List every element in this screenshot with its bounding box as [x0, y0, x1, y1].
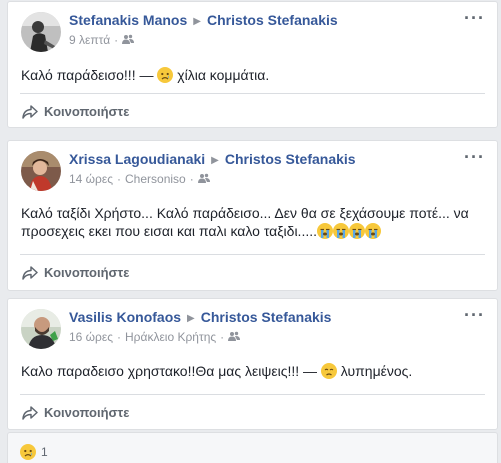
location[interactable]: Chersoniso: [125, 172, 186, 186]
post-text: Καλό παράδεισο!!! — χίλια κομμάτια.: [8, 66, 497, 84]
friends-icon[interactable]: [197, 172, 210, 186]
post: Vasilis Konofaos ▶ Christos Stefanakis 16 …: [7, 298, 498, 430]
post-names: Stefanakis Manos ▶ Christos Stefanakis: [69, 12, 338, 28]
friends-icon[interactable]: [122, 33, 135, 47]
share-button[interactable]: Κοινοποιήστε: [22, 265, 129, 280]
post-actions: Κοινοποιήστε: [20, 93, 485, 129]
post-text: Καλό ταξίδι Χρήστο... Καλό παράδεισο... …: [8, 204, 497, 240]
post-text-line-content: προσεχεις εκει που εισαι και παλι καλο τ…: [21, 223, 318, 239]
timestamp[interactable]: 16 ώρες: [69, 330, 113, 344]
post-actions: Κοινοποιήστε: [20, 254, 485, 290]
target-name[interactable]: Christos Stefanakis: [207, 12, 338, 28]
post-names: Xrissa Lagoudianaki ▶ Christos Stefanakis: [69, 151, 356, 167]
separator: ·: [114, 33, 119, 47]
target-name[interactable]: Christos Stefanakis: [225, 151, 356, 167]
post: Xrissa Lagoudianaki ▶ Christos Stefanakis …: [7, 140, 498, 291]
friends-icon[interactable]: [228, 330, 241, 344]
post: Stefanakis Manos ▶ Christos Stefanakis 9 λ…: [7, 1, 498, 128]
arrow-right-icon: ▶: [187, 313, 195, 324]
arrow-right-icon: ▶: [193, 16, 201, 27]
reactions-bar: 1: [7, 432, 498, 463]
share-button[interactable]: Κοινοποιήστε: [22, 405, 129, 420]
share-label: Κοινοποιήστε: [44, 405, 130, 420]
post-meta: 16 ώρες · Ηράκλειο Κρήτης ·: [69, 330, 241, 345]
reaction-count[interactable]: 1: [41, 445, 48, 459]
separator: ·: [117, 172, 122, 186]
share-label: Κοινοποιήστε: [44, 265, 130, 280]
post-actions: Κοινοποιήστε: [20, 394, 485, 430]
separator: ·: [117, 330, 122, 344]
post-text-line: προσεχεις εκει που εισαι και παλι καλο τ…: [21, 222, 485, 240]
post-text: Καλο παραδεισο χρηστακο!!Θα μας λειψεις!…: [8, 362, 497, 380]
post-header: Xrissa Lagoudianaki ▶ Christos Stefanakis …: [8, 141, 497, 191]
more-options-icon[interactable]: ···: [464, 305, 485, 326]
crying-face-emoji: [349, 223, 366, 239]
more-options-icon[interactable]: ···: [464, 147, 485, 168]
post-meta: 9 λεπτά ·: [69, 33, 135, 48]
share-icon: [22, 265, 38, 280]
location[interactable]: Ηράκλειο Κρήτης: [125, 330, 216, 344]
avatar[interactable]: [21, 12, 61, 52]
author-name[interactable]: Vasilis Konofaos: [69, 309, 181, 325]
share-button[interactable]: Κοινοποιήστε: [22, 104, 129, 119]
post-text-end: χίλια κομμάτια.: [173, 67, 270, 83]
share-icon: [22, 104, 38, 119]
post-text-line: Καλό ταξίδι Χρήστο... Καλό παράδεισο... …: [21, 205, 469, 221]
timestamp[interactable]: 14 ώρες: [69, 172, 113, 186]
post-header: Vasilis Konofaos ▶ Christos Stefanakis 16 …: [8, 299, 497, 349]
sad-face-emoji: [157, 67, 174, 83]
separator: ·: [189, 172, 194, 186]
avatar[interactable]: [21, 151, 61, 191]
post-names: Vasilis Konofaos ▶ Christos Stefanakis: [69, 309, 331, 325]
crying-face-emoji: [365, 223, 382, 239]
post-text-start: Καλό παράδεισο!!! —: [21, 67, 158, 83]
timestamp[interactable]: 9 λεπτά: [69, 33, 110, 47]
author-name[interactable]: Xrissa Lagoudianaki: [69, 151, 205, 167]
sad-reaction-icon[interactable]: [20, 444, 36, 460]
target-name[interactable]: Christos Stefanakis: [201, 309, 332, 325]
post-meta: 14 ώρες · Chersoniso ·: [69, 172, 210, 187]
author-name[interactable]: Stefanakis Manos: [69, 12, 187, 28]
post-text-start: Καλο παραδεισο χρηστακο!!Θα μας λειψεις!…: [21, 363, 321, 379]
separator: ·: [220, 330, 225, 344]
sad-face-emoji: [320, 363, 337, 379]
more-options-icon[interactable]: ···: [464, 8, 485, 29]
post-text-end: λυπημένος.: [336, 363, 413, 379]
share-icon: [22, 405, 38, 420]
crying-face-emoji: [333, 223, 350, 239]
post-header: Stefanakis Manos ▶ Christos Stefanakis 9 λ…: [8, 2, 497, 52]
arrow-right-icon: ▶: [211, 155, 219, 166]
crying-face-emoji: [317, 223, 334, 239]
share-label: Κοινοποιήστε: [44, 104, 130, 119]
avatar[interactable]: [21, 309, 61, 349]
